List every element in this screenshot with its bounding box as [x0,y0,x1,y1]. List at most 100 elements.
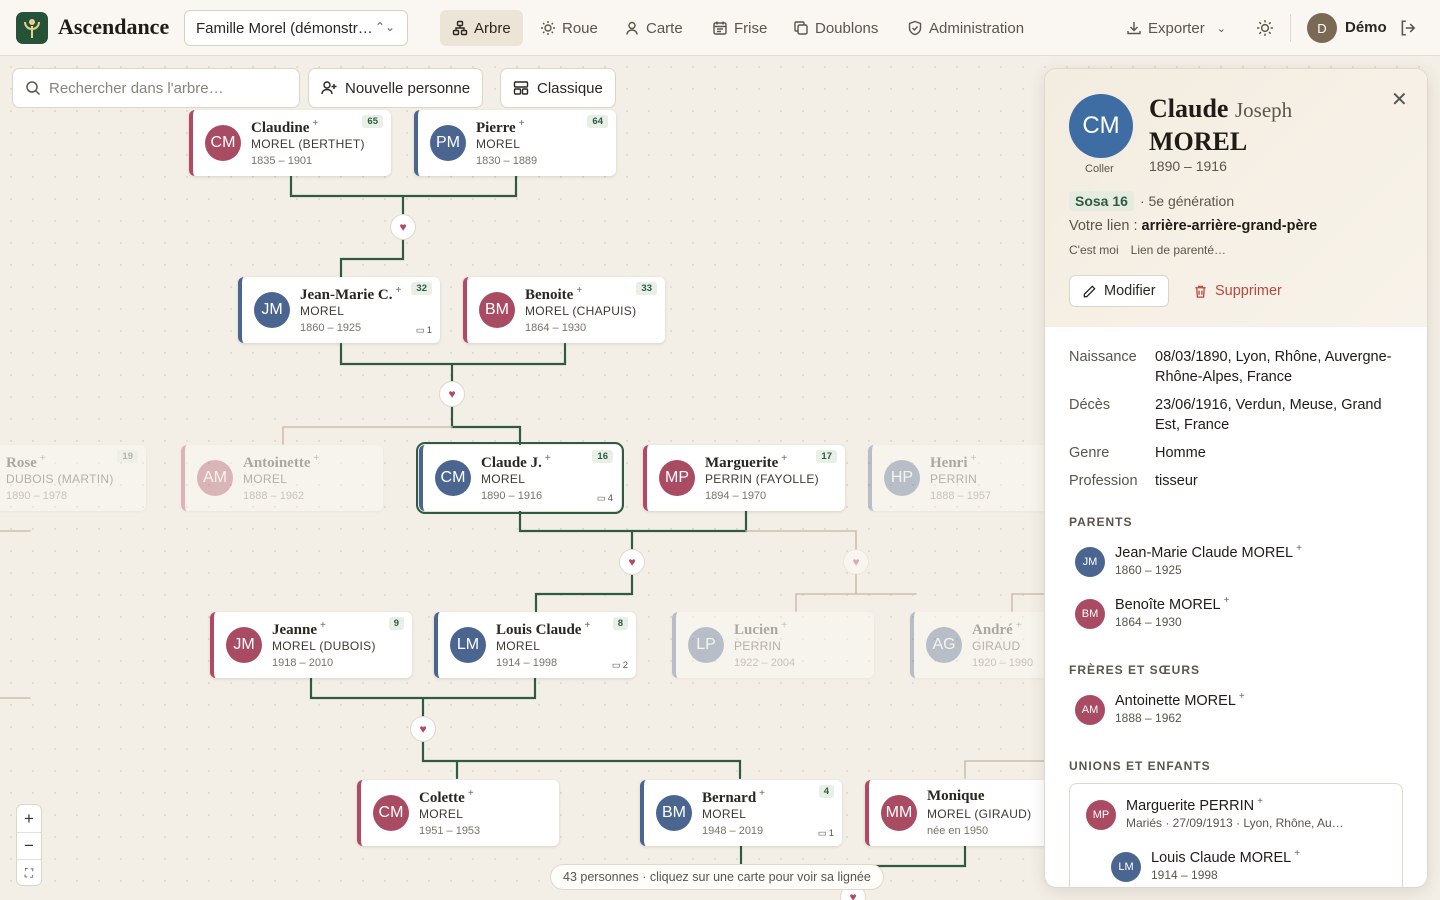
card-name: Antoinette + [243,453,320,471]
parent-item[interactable]: JM Jean-Marie Claude MOREL +1860 – 1925 [1075,543,1302,577]
card-name: André + [972,620,1022,638]
union-heart-icon[interactable]: ♥ [410,716,436,742]
person-card-henri[interactable]: HP Henri + PERRIN 1888 – 1957 [868,445,1070,511]
chevron-updown-icon: ⌃⌄ [374,20,395,34]
spouse-item[interactable]: MP Marguerite PERRIN + Mariés · 27/09/1913… [1086,796,1344,830]
union-heart-icon[interactable]: ♥ [619,549,645,575]
avatar: LM [450,627,486,663]
tab-doublons-label: Doublons [815,19,879,37]
relationship-link[interactable]: Lien de parenté… [1131,243,1226,257]
section-siblings: FRÈRES ET SŒURS [1069,663,1201,677]
tab-administration[interactable]: Administration [895,10,1036,46]
card-dates: 1914 – 1998 [496,657,558,669]
tab-arbre[interactable]: Arbre [440,10,523,46]
person-detail-panel: CM Coller Claude Joseph MOREL 1890 – 1916… [1044,68,1428,888]
avatar: JM [254,292,290,328]
set-as-me-link[interactable]: C'est moi [1069,243,1119,257]
tree-selector[interactable]: Famille Morel (démonstr… ⌃⌄ [184,10,408,46]
user-avatar[interactable]: D [1307,13,1337,43]
card-name: Claude J. + [481,453,551,471]
paste-photo-link[interactable]: Coller [1085,163,1114,175]
union-heart-icon[interactable]: ♥ [843,549,869,575]
sibling-item[interactable]: AM Antoinette MOREL +1888 – 1962 [1075,691,1245,725]
avatar: MM [881,795,917,831]
delete-button[interactable]: Supprimer [1193,275,1282,307]
card-name: Benoite + [525,285,583,303]
export-button[interactable]: Exporter ⌄ [1126,10,1226,46]
person-card-marguerite[interactable]: MP Marguerite + PERRIN (FAYOLLE) 1894 – 1… [643,445,845,511]
person-card-louis[interactable]: LM Louis Claude + MOREL 1914 – 1998 8 ▭ 2 [434,612,636,678]
sosa-badge: 4 [818,785,834,798]
section-parents: PARENTS [1069,515,1133,529]
tab-carte[interactable]: Carte [612,10,695,46]
calendar-icon: ▭ [611,660,621,671]
close-icon[interactable]: ✕ [1391,87,1408,112]
card-surname: MOREL [496,639,541,653]
fit-screen-button[interactable]: ⛶ [17,859,41,886]
card-surname: PERRIN (FAYOLLE) [705,472,819,486]
card-surname: MOREL [702,807,747,821]
search-box[interactable] [12,68,300,108]
card-name: Jean-Marie C. + [300,285,402,303]
card-dates: 1888 – 1962 [243,490,305,502]
tab-frise[interactable]: Frise [700,10,779,46]
tree-icon [452,20,468,36]
edit-button[interactable]: Modifier [1069,275,1169,307]
person-card-jeanne[interactable]: JM Jeanne + MOREL (DUBOIS) 1918 – 2010 9 [210,612,412,678]
card-name: Henri + [930,453,977,471]
calendar-icon: ▭ [415,325,425,336]
card-name: Rose + [6,453,46,471]
logout-button[interactable] [1399,19,1417,42]
person-card-claude-selected[interactable]: CM Claude J. + MOREL 1890 – 1916 16 ▭ 4 [416,442,624,514]
layout-icon [513,81,529,95]
unions-count: ▭ 1 [415,325,432,336]
theme-toggle[interactable] [1256,19,1274,42]
person-card-bernard[interactable]: BM Bernard + MOREL 1948 – 2019 4 ▭ 1 [640,780,842,846]
tab-doublons[interactable]: Doublons [781,10,890,46]
person-card-colette[interactable]: CM Colette + MOREL 1951 – 1953 [357,780,559,846]
sosa-badge: 8 [612,617,628,630]
unions-count: ▭ 4 [596,493,613,504]
card-name: Jeanne + [272,620,326,638]
tab-administration-label: Administration [929,19,1025,37]
union-heart-icon[interactable]: ♥ [390,214,416,240]
card-name: Marguerite + [705,453,788,471]
tab-roue[interactable]: Roue [528,10,610,46]
person-avatar[interactable]: CM [1069,94,1133,158]
person-card-monique[interactable]: MM Monique MOREL (GIRAUD) née en 1950 [865,780,1067,846]
fact-naissance: Naissance 08/03/1890, Lyon, Rhône, Auverg… [1069,349,1392,385]
avatar: BM [656,795,692,831]
card-dates: 1860 – 1925 [300,322,362,334]
person-card-antoinette[interactable]: AM Antoinette + MOREL 1888 – 1962 [181,445,383,511]
card-surname: DUBOIS (MARTIN) [6,472,114,486]
card-dates: 1835 – 1901 [251,155,313,167]
sosa-badge: 9 [388,617,404,630]
child-item[interactable]: LM Louis Claude MOREL +1914 – 1998 [1111,848,1300,882]
union-card: MP Marguerite PERRIN + Mariés · 27/09/1913… [1069,783,1403,887]
card-name: Lucien + [734,620,788,638]
zoom-in-button[interactable]: + [17,805,41,832]
new-person-label: Nouvelle personne [345,79,471,97]
person-card-rose[interactable]: Rose + DUBOIS (MARTIN) 1890 – 1978 19 [0,445,146,511]
card-name: Monique [927,788,985,804]
card-surname: MOREL (CHAPUIS) [525,304,637,318]
calendar-icon: ▭ [817,828,827,839]
sosa-badge: 65 [362,115,383,128]
search-input[interactable] [49,79,289,97]
person-card-pierre[interactable]: PM Pierre + MOREL 1830 – 1889 64 [414,110,616,176]
person-dates: 1890 – 1916 [1149,158,1227,174]
new-person-button[interactable]: Nouvelle personne [308,68,484,108]
card-surname: MOREL [481,472,526,486]
facts-list: Naissance 08/03/1890, Lyon, Rhône, Auverg… [1069,347,1409,499]
person-card-benoite[interactable]: BM Benoite + MOREL (CHAPUIS) 1864 – 1930 … [463,277,665,343]
card-dates: 1920 – 1990 [972,657,1034,669]
person-card-lucien[interactable]: LP Lucien + PERRIN 1922 – 2004 [672,612,874,678]
sosa-badge: 19 [117,450,138,463]
logo-icon [16,12,48,44]
person-card-claudine[interactable]: CM Claudine + MOREL (BERTHET) 1835 – 1901… [189,110,391,176]
union-heart-icon[interactable]: ♥ [439,381,465,407]
layout-button[interactable]: Classique [500,68,616,108]
zoom-out-button[interactable]: − [17,832,41,859]
person-card-jean-marie[interactable]: JM Jean-Marie C. + MOREL 1860 – 1925 32 ▭… [238,277,440,343]
parent-item[interactable]: BM Benoîte MOREL +1864 – 1930 [1075,595,1229,629]
